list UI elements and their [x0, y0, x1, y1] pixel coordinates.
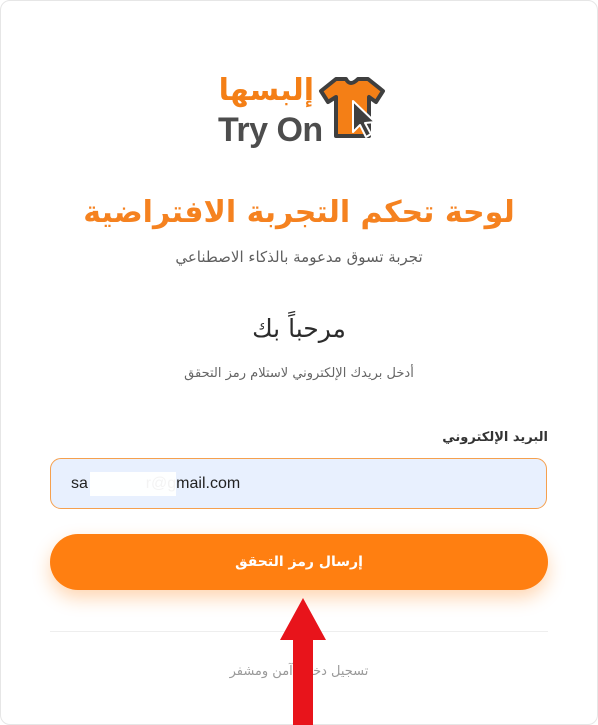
page-title: لوحة تحكم التجربة الافتراضية — [83, 195, 515, 230]
shirt-cursor-icon — [319, 77, 385, 138]
up-arrow-annotation — [280, 598, 326, 725]
email-label: البريد الإلكتروني — [442, 430, 548, 445]
logo-english-text: Try On — [218, 111, 323, 149]
instruction-text: أدخل بريدك الإلكتروني لاستلام رمز التحقق — [184, 366, 414, 381]
try-on-logo: إلبسها Try On — [214, 72, 386, 156]
page-subtitle: تجربة تسوق مدعومة بالذكاء الاصطناعي — [175, 248, 423, 266]
send-code-button[interactable]: إرسال رمز التحقق — [50, 534, 548, 590]
logo-arabic-text: إلبسها — [218, 73, 314, 108]
welcome-heading: مرحباً بك — [252, 314, 346, 343]
email-field[interactable] — [50, 458, 547, 509]
